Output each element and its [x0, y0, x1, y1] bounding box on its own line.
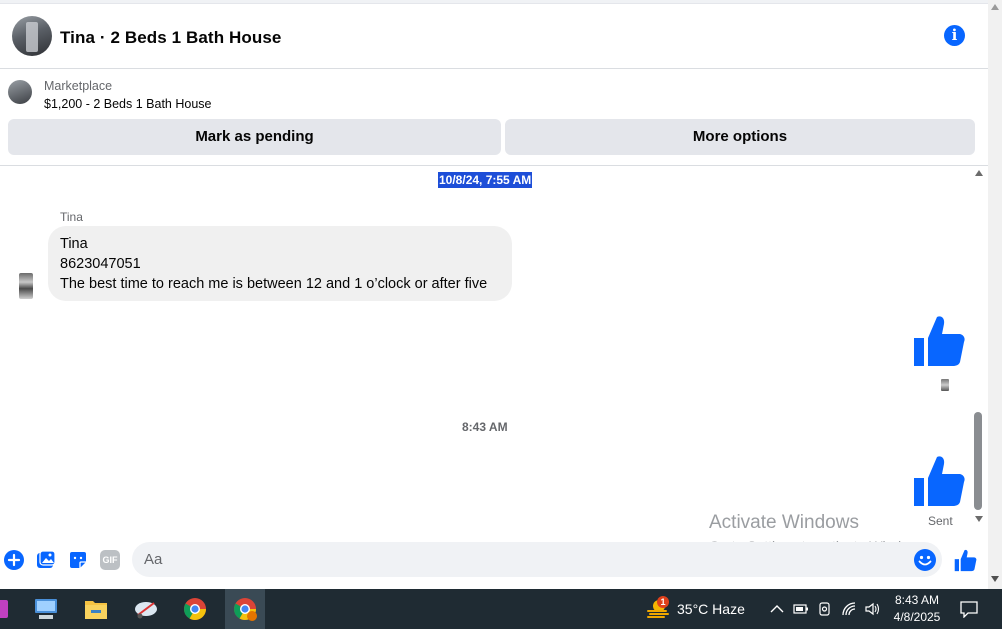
notification-center-icon[interactable] [960, 600, 978, 618]
message-list[interactable]: 10/8/24, 7:55 AM Tina Tina 8623047051 Th… [0, 166, 972, 538]
timestamp-divider: 8:43 AM [462, 420, 508, 434]
chrome-icon[interactable] [175, 589, 215, 629]
message-line: 8623047051 [60, 256, 141, 272]
chevron-up-icon[interactable] [769, 601, 785, 617]
chat-header: Tina · 2 Beds 1 Bath House i [0, 5, 988, 69]
sender-avatar[interactable] [19, 273, 33, 299]
seen-avatar [941, 379, 949, 391]
plus-icon[interactable] [4, 550, 24, 570]
clock-time: 8:43 AM [894, 593, 940, 607]
file-explorer-icon[interactable] [76, 589, 116, 629]
top-edge [0, 0, 988, 4]
marketplace-bar: Marketplace $1,200 - 2 Beds 1 Bath House… [0, 70, 988, 166]
weather-badge: 1 [657, 596, 669, 608]
marketplace-label: Marketplace [44, 79, 113, 93]
timestamp-divider: 10/8/24, 7:55 AM [438, 172, 533, 188]
battery-icon[interactable] [793, 601, 809, 617]
volume-icon[interactable] [864, 601, 880, 617]
app-icon[interactable] [0, 589, 28, 629]
emoji-icon[interactable] [914, 549, 936, 571]
listing-title[interactable]: $1,200 - 2 Beds 1 Bath House [44, 97, 211, 111]
contact-avatar[interactable] [12, 16, 52, 56]
page-scroll-up-arrow[interactable] [991, 4, 999, 10]
windows-taskbar: 1 35°C Haze 8:43 AM 4/8/2025 [0, 589, 1002, 629]
photo-icon[interactable] [36, 550, 56, 570]
more-options-button[interactable]: More options [505, 119, 975, 155]
message-line: The best time to reach me is between 12 … [60, 276, 488, 292]
like-icon[interactable] [953, 548, 977, 572]
watermark-title: Activate Windows [709, 512, 859, 533]
scroll-down-arrow[interactable] [975, 516, 983, 522]
message-input[interactable] [132, 542, 942, 577]
sticker-icon[interactable] [68, 550, 88, 570]
page-scroll-down-arrow[interactable] [991, 576, 999, 582]
scroll-up-arrow[interactable] [975, 170, 983, 176]
chrome-profile-icon[interactable] [225, 589, 265, 629]
message-bubble[interactable]: Tina 8623047051 The best time to reach m… [48, 226, 512, 301]
page-scrollbar[interactable] [988, 0, 1002, 589]
clock-date: 4/8/2025 [893, 610, 941, 624]
system-clock[interactable]: 8:43 AM 4/8/2025 [890, 592, 944, 626]
wifi-icon[interactable] [841, 601, 857, 617]
thumbs-up-icon[interactable] [910, 312, 966, 368]
weather-text[interactable]: 35°C Haze [677, 601, 745, 617]
listing-thumbnail[interactable] [8, 80, 32, 104]
computer-app-icon[interactable] [26, 589, 66, 629]
chat-scrollbar[interactable] [972, 166, 986, 528]
messenger-window: Tina · 2 Beds 1 Bath House i Marketplace… [0, 0, 1002, 629]
message-composer: GIF [0, 538, 988, 582]
gif-icon[interactable]: GIF [100, 550, 120, 570]
message-line: Tina [60, 236, 88, 252]
snipping-tool-icon[interactable] [126, 589, 166, 629]
info-icon[interactable]: i [944, 25, 965, 46]
scroll-thumb[interactable] [974, 412, 982, 510]
meet-now-icon[interactable] [817, 601, 833, 617]
sender-name: Tina [60, 210, 83, 224]
chat-title[interactable]: Tina · 2 Beds 1 Bath House [60, 28, 281, 48]
mark-as-pending-button[interactable]: Mark as pending [8, 119, 501, 155]
message-status: Sent [928, 514, 953, 528]
thumbs-up-icon[interactable] [910, 452, 966, 508]
